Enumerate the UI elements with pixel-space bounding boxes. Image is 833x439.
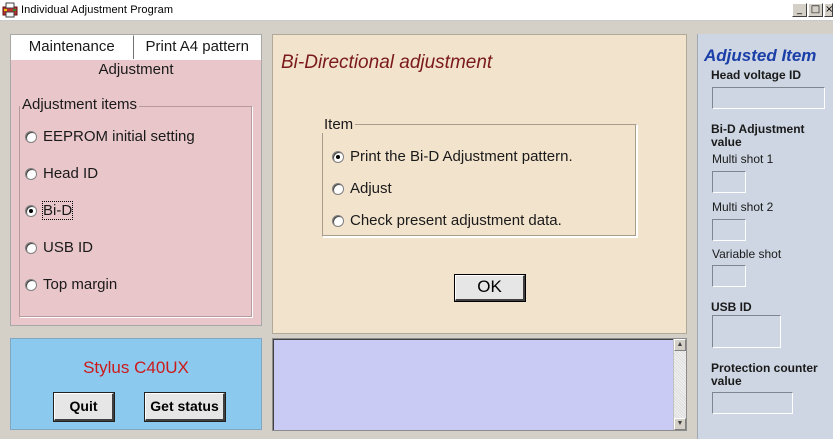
item-group-label: Item: [322, 116, 356, 133]
option-label: USB ID: [43, 239, 94, 256]
multi-shot-2-field: [712, 219, 746, 241]
printer-status-panel: Stylus C40UX Quit Get status: [10, 338, 262, 430]
protection-counter-value-field: [712, 392, 793, 414]
adjusted-item-panel: Adjusted Item Head voltage ID Bi-D Adjus…: [697, 34, 833, 439]
radio-button[interactable]: [25, 167, 37, 180]
adjusted-item-title: Adjusted Item: [704, 46, 817, 65]
quit-button[interactable]: Quit: [53, 392, 115, 422]
title-bar: Individual Adjustment Program _ □ ×: [0, 0, 833, 21]
printer-app-icon[interactable]: [2, 2, 18, 18]
option-label: Top margin: [43, 276, 118, 293]
head-voltage-id-label: Head voltage ID: [711, 68, 802, 82]
tab-strip: Maintenance Print A4 pattern: [11, 35, 261, 59]
tab-print-a4-pattern[interactable]: Print A4 pattern: [133, 35, 261, 59]
maximize-button[interactable]: □: [808, 3, 823, 17]
radio-button[interactable]: [332, 182, 344, 195]
close-button[interactable]: ×: [824, 3, 833, 17]
option-print-bi-d-pattern[interactable]: Print the Bi-D Adjustment pattern.: [332, 148, 573, 165]
variable-shot-field: [712, 265, 746, 287]
radio-button[interactable]: [25, 278, 37, 291]
get-status-button[interactable]: Get status: [144, 392, 226, 422]
option-adjust[interactable]: Adjust: [332, 180, 392, 197]
radio-button[interactable]: [25, 241, 37, 254]
option-label: Print the Bi-D Adjustment pattern.: [350, 148, 573, 165]
log-scrollbar[interactable]: ▲ ▼: [673, 339, 686, 430]
option-label: Bi-D: [41, 201, 74, 220]
window-title: Individual Adjustment Program: [21, 4, 174, 16]
option-top-margin[interactable]: Top margin: [25, 276, 117, 293]
tab-maintenance[interactable]: Maintenance: [11, 35, 134, 59]
minimize-button[interactable]: _: [792, 3, 807, 17]
radio-button[interactable]: [25, 130, 37, 143]
adjustment-items-panel: Maintenance Print A4 pattern Adjustment …: [10, 34, 262, 326]
usb-id-field: [712, 315, 781, 348]
option-label: Head ID: [43, 165, 99, 182]
multi-shot-2-label: Multi shot 2: [712, 200, 774, 214]
bi-d-adjustment-value-label: Bi-D Adjustment value: [711, 122, 805, 149]
option-label: Adjust: [350, 180, 392, 197]
panel-title: Bi-Directional adjustment: [281, 52, 493, 73]
radio-button-selected[interactable]: [332, 150, 344, 163]
tab-adjustment[interactable]: Adjustment: [11, 59, 261, 81]
scroll-down-arrow-icon[interactable]: ▼: [674, 418, 686, 430]
printer-model-name: Stylus C40UX: [83, 358, 189, 377]
option-eeprom-initial-setting[interactable]: EEPROM initial setting: [25, 128, 195, 145]
bi-d-adjustment-panel: Bi-Directional adjustment Item Print the…: [272, 34, 687, 334]
option-usb-id[interactable]: USB ID: [25, 239, 93, 256]
ok-button[interactable]: OK: [454, 274, 526, 302]
protection-counter-value-label: Protection counter value: [711, 361, 818, 388]
option-bi-d[interactable]: Bi-D: [25, 201, 74, 220]
radio-button-selected[interactable]: [25, 204, 37, 217]
option-head-id[interactable]: Head ID: [25, 165, 98, 182]
scroll-up-arrow-icon[interactable]: ▲: [674, 339, 686, 351]
option-label: EEPROM initial setting: [43, 128, 195, 145]
head-voltage-id-field: [712, 87, 825, 109]
multi-shot-1-label: Multi shot 1: [712, 152, 774, 166]
usb-id-label: USB ID: [711, 300, 752, 314]
option-check-present-data[interactable]: Check present adjustment data.: [332, 212, 562, 229]
option-label: Check present adjustment data.: [350, 212, 562, 229]
window-controls: _ □ ×: [791, 3, 833, 17]
variable-shot-label: Variable shot: [712, 247, 782, 261]
radio-button[interactable]: [332, 214, 344, 227]
multi-shot-1-field: [712, 171, 746, 193]
log-textarea[interactable]: [272, 338, 687, 431]
adjustment-items-label: Adjustment items: [20, 96, 140, 113]
